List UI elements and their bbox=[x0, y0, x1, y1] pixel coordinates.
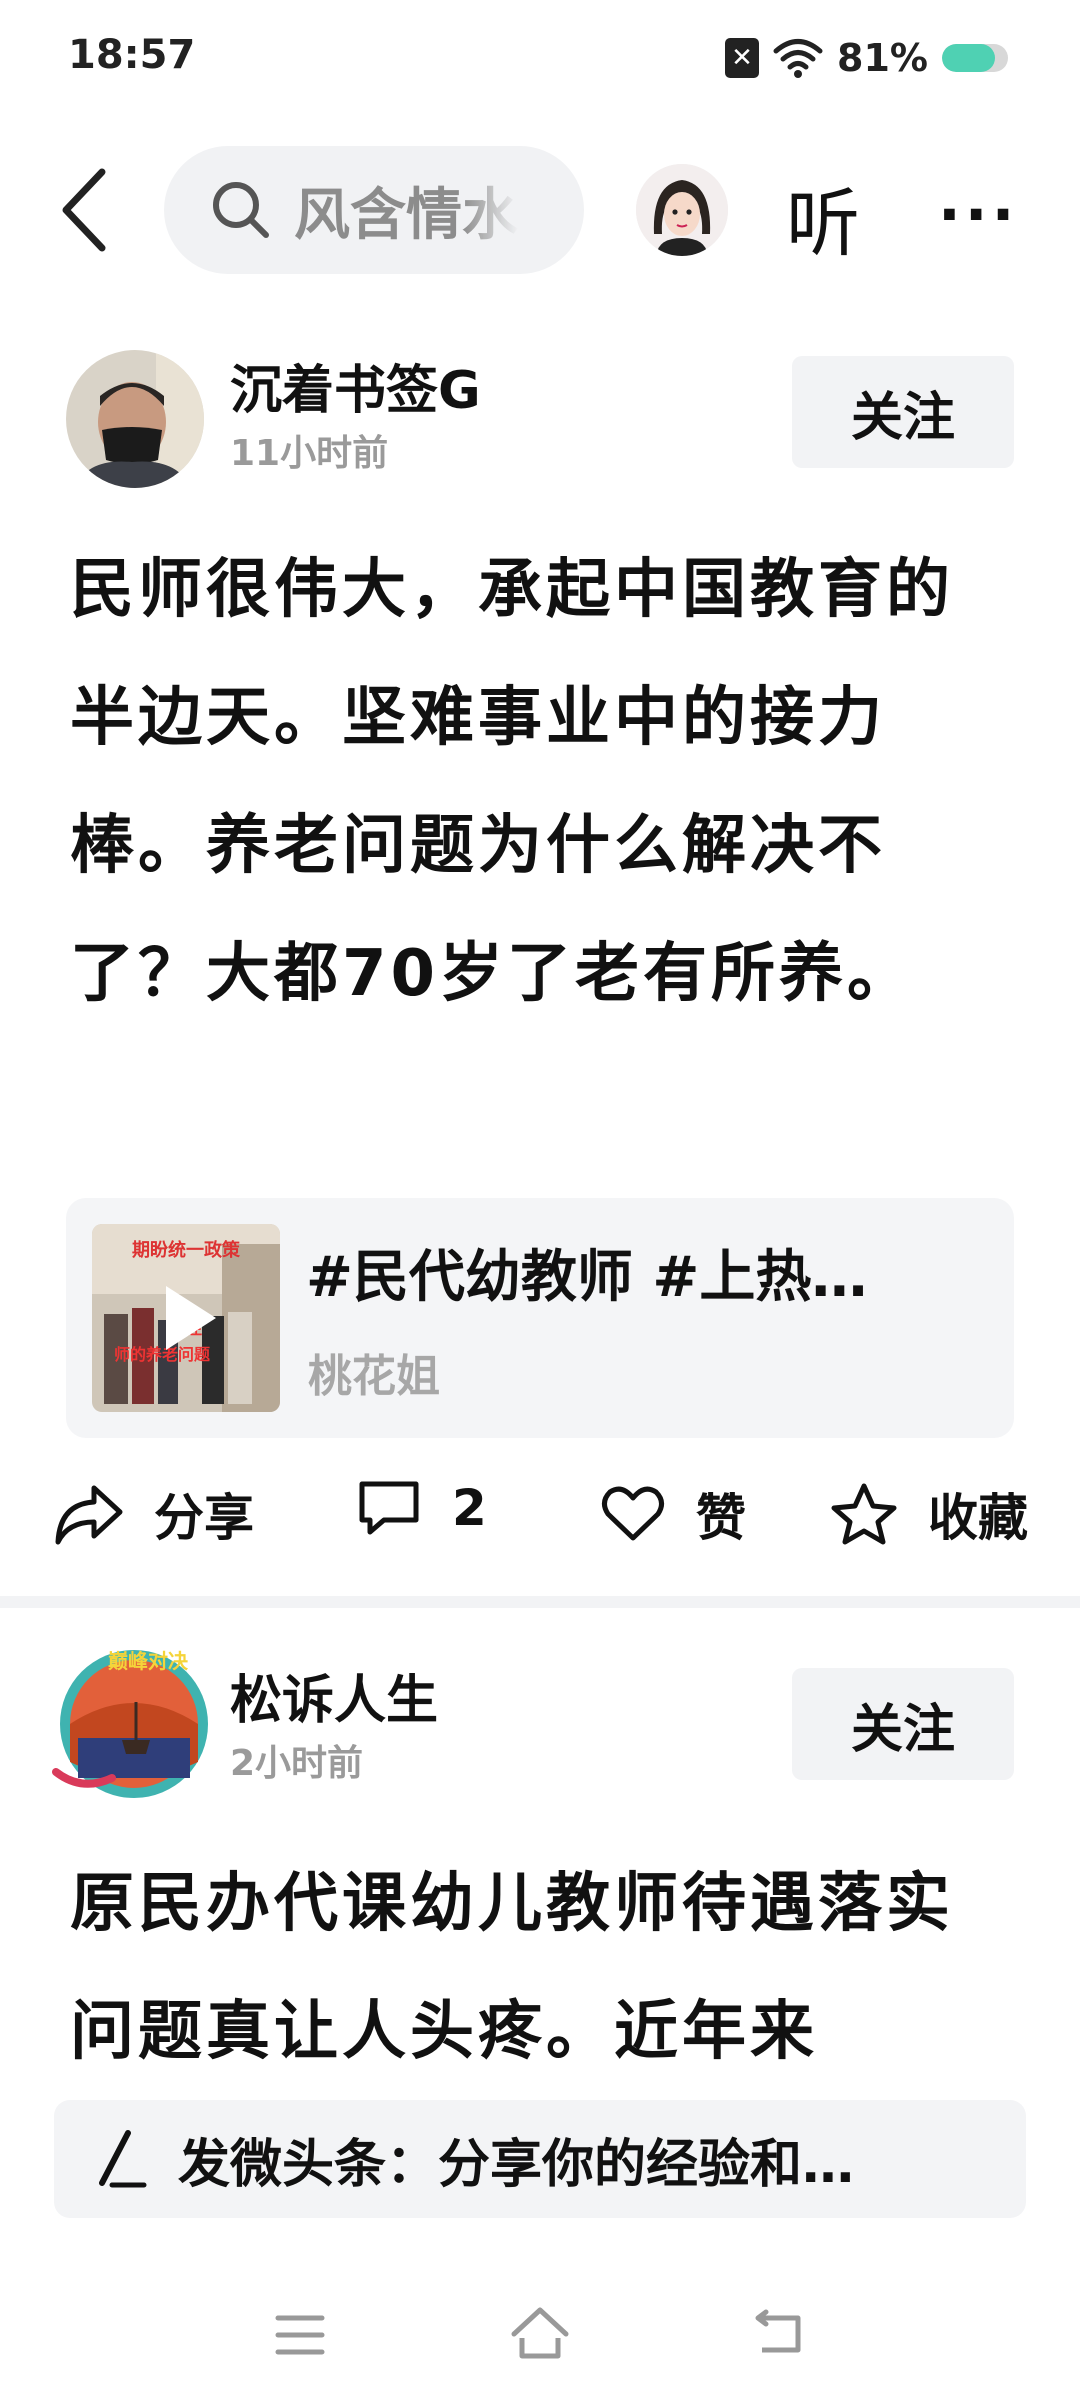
share-button[interactable]: 分享 bbox=[54, 1478, 254, 1550]
battery-percent: 81% bbox=[837, 36, 928, 80]
wifi-icon bbox=[773, 39, 823, 78]
more-options-button[interactable]: ··· bbox=[938, 180, 1018, 250]
author-avatar-image bbox=[66, 350, 204, 488]
listen-button[interactable]: 听 bbox=[786, 164, 860, 271]
author-avatar-2[interactable]: 巅峰对决 bbox=[52, 1642, 212, 1806]
menu-icon[interactable] bbox=[272, 2310, 328, 2360]
search-text: 风含情水 bbox=[294, 182, 518, 248]
post-actions: 分享 2 赞 收藏 bbox=[54, 1468, 1034, 1554]
author-avatar-image: 巅峰对决 bbox=[52, 1649, 208, 1798]
author-avatar[interactable] bbox=[66, 350, 204, 488]
user-avatar[interactable] bbox=[636, 164, 728, 256]
video-card[interactable]: 期盼统一政策 关注 师的养老问题 #民代幼教师 #上热… 桃花姐 bbox=[66, 1198, 1014, 1438]
comment-button[interactable]: 2 bbox=[356, 1478, 487, 1538]
status-icons: ✕ 81% bbox=[725, 36, 1008, 80]
back-nav-icon[interactable] bbox=[752, 2308, 808, 2360]
share-icon bbox=[55, 1485, 123, 1545]
video-source[interactable]: 桃花姐 bbox=[308, 1340, 440, 1404]
thumb-caption-1: 期盼统一政策 bbox=[132, 1239, 241, 1261]
like-label: 赞 bbox=[696, 1489, 746, 1547]
comment-icon bbox=[359, 1481, 419, 1535]
follow-button[interactable]: 关注 bbox=[792, 1668, 1014, 1780]
author-name[interactable]: 松诉人生 bbox=[230, 1658, 438, 1733]
share-label: 分享 bbox=[154, 1489, 254, 1547]
system-nav-bar bbox=[0, 2290, 1080, 2390]
video-thumbnail[interactable]: 期盼统一政策 关注 师的养老问题 bbox=[92, 1224, 280, 1412]
post-body[interactable]: 原民办代课幼儿教师待遇落实问题真让人头疼。近年来 bbox=[70, 1840, 1020, 2096]
comment-count: 2 bbox=[452, 1479, 487, 1537]
author-name[interactable]: 沉着书签G bbox=[230, 348, 481, 423]
post-time: 2小时前 bbox=[230, 1743, 364, 1784]
chevron-left-icon bbox=[62, 168, 106, 252]
video-title[interactable]: #民代幼教师 #上热… bbox=[306, 1232, 867, 1313]
star-icon bbox=[831, 1483, 897, 1545]
user-avatar-icon bbox=[636, 164, 728, 256]
battery-icon bbox=[942, 44, 1008, 72]
heart-icon bbox=[602, 1486, 664, 1541]
back-button[interactable] bbox=[50, 160, 120, 260]
pen-icon bbox=[99, 2130, 147, 2188]
avatar-badge: 巅峰对决 bbox=[108, 1649, 189, 1673]
like-button[interactable]: 赞 bbox=[600, 1478, 746, 1550]
post-divider bbox=[0, 1596, 1080, 1608]
search-icon bbox=[213, 182, 269, 238]
compose-prompt: 发微头条：分享你的经验和… bbox=[178, 2134, 855, 2195]
search-box[interactable]: 风含情水 bbox=[164, 146, 584, 274]
no-sim-icon: ✕ bbox=[725, 38, 760, 78]
compose-bar[interactable]: 发微头条：分享你的经验和… bbox=[54, 2100, 1026, 2218]
follow-button[interactable]: 关注 bbox=[792, 356, 1014, 468]
thumb-caption-3: 师的养老问题 bbox=[114, 1345, 211, 1364]
video-thumbnail-image: 期盼统一政策 关注 师的养老问题 bbox=[92, 1224, 280, 1412]
post-time: 11小时前 bbox=[230, 433, 389, 474]
favorite-label: 收藏 bbox=[928, 1489, 1028, 1547]
battery-fill bbox=[942, 44, 996, 72]
status-time: 18:57 bbox=[68, 32, 196, 78]
home-icon[interactable] bbox=[508, 2304, 572, 2362]
favorite-button[interactable]: 收藏 bbox=[830, 1478, 1028, 1550]
post-body[interactable]: 民师很伟大，承起中国教育的半边天。坚难事业中的接力棒。养老问题为什么解决不了？大… bbox=[70, 526, 1020, 1038]
